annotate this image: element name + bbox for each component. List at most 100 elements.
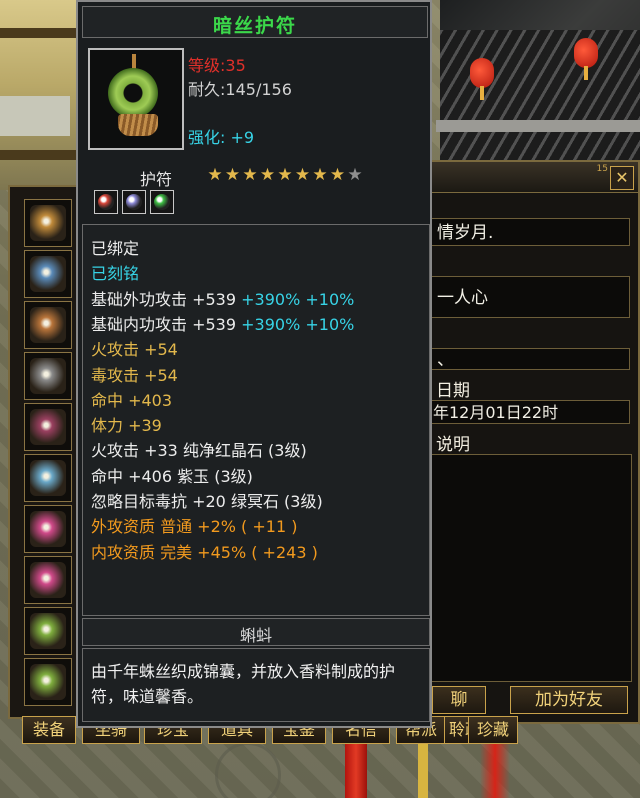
ring-icon — [30, 511, 66, 547]
equipment-slot[interactable] — [24, 250, 72, 298]
attribute-text: 忽略目标毒抗 +20 绿冥石 (3级) — [91, 492, 323, 511]
equipment-slot-column — [8, 185, 84, 719]
green-gem-icon — [154, 194, 170, 210]
maker-bar: 蝌蚪 — [82, 618, 430, 646]
equipment-slot[interactable] — [24, 658, 72, 706]
enhance-label: 强化 — [188, 128, 221, 147]
tab-9[interactable]: 珍藏 — [468, 716, 518, 744]
attribute-line: 忽略目标毒抗 +20 绿冥石 (3级) — [91, 488, 323, 512]
gem-socket[interactable] — [94, 190, 118, 214]
level-value: 35 — [225, 56, 246, 75]
tab-1[interactable]: 装备 — [22, 716, 76, 744]
level-label: 等级 — [188, 56, 221, 75]
equipment-slot[interactable] — [24, 301, 72, 349]
player-info-window: 15 ✕ 情岁月. 一人心 、 日期 年12月01日22时 说明 聊 加为好友 — [420, 160, 640, 724]
description-label: 说明 — [436, 435, 470, 455]
attribute-text: 外攻资质 普通 +2% ( +11 ) — [91, 517, 298, 537]
level-row: 等级:35 — [188, 56, 246, 75]
boots-icon — [30, 460, 66, 496]
red-pillar — [345, 738, 367, 798]
attribute-text: 已刻铭 — [91, 264, 140, 284]
purple-gem-icon — [126, 194, 142, 210]
jade-amulet-icon — [108, 68, 158, 118]
pauldron-icon — [30, 205, 66, 241]
stone-step — [0, 96, 70, 136]
attribute-line: 已刻铭 — [91, 260, 139, 284]
window-mark: 15 — [596, 164, 608, 174]
item-description: 由千年蛛丝织成锦囊，并放入香料制成的护符，味道馨香。 — [91, 662, 396, 706]
star-filled-icon: ★ — [242, 165, 258, 185]
motto-field[interactable]: 一人心 — [428, 276, 630, 318]
attribute-bonus: +390% +10% — [236, 314, 355, 334]
description-field[interactable] — [428, 454, 632, 682]
red-lantern-icon — [574, 38, 598, 80]
attribute-line: 体力 +39 — [91, 412, 162, 436]
red-lantern-icon — [470, 58, 494, 100]
palace-wall — [0, 0, 80, 190]
equipment-slot[interactable] — [24, 505, 72, 553]
info-window-titlebar[interactable]: 15 ✕ — [422, 162, 638, 193]
gauntlet-icon — [30, 358, 66, 394]
attribute-line: 外攻资质 普通 +2% ( +11 ) — [91, 513, 297, 537]
attribute-line: 火攻击 +33 纯净红晶石 (3级) — [91, 437, 307, 461]
enhance-value: +9 — [230, 128, 255, 147]
amulet-icon — [30, 613, 66, 649]
date-field: 年12月01日22时 — [428, 400, 630, 424]
equipment-slot[interactable] — [24, 199, 72, 247]
star-filled-icon: ★ — [224, 165, 241, 185]
bracer-icon — [30, 307, 66, 343]
star-filled-icon: ★ — [294, 165, 311, 185]
tooltip-title-bar: 暗丝护符 — [82, 6, 428, 38]
attribute-text: 内攻资质 完美 +45% ( +243 ) — [91, 542, 318, 562]
chat-button[interactable]: 聊 — [432, 686, 486, 714]
attribute-line: 毒攻击 +54 — [91, 362, 178, 386]
item-tooltip: 暗丝护符 等级:35 耐久:145/156 强化: +9 护符 ★ ★ ★ ★ ★ ★ ★ ★… — [76, 0, 432, 728]
roof-edge — [436, 120, 640, 132]
close-button[interactable]: ✕ — [610, 166, 634, 190]
attribute-text: 火攻击 +54 — [91, 340, 178, 360]
attribute-line: 命中 +406 紫玉 (3级) — [91, 463, 253, 487]
attribute-text: 命中 +403 — [91, 390, 173, 410]
star-filled-icon: ★ — [277, 165, 293, 185]
description-panel: 由千年蛛丝织成锦囊，并放入香料制成的护符，味道馨香。 — [82, 648, 430, 722]
gem-socket[interactable] — [150, 190, 174, 214]
amulet-icon — [30, 664, 66, 700]
attribute-text: 火攻击 +33 纯净红晶石 (3级) — [91, 441, 307, 461]
item-name: 暗丝护符 — [212, 15, 297, 37]
date-label: 日期 — [436, 381, 470, 401]
roof-tiles — [440, 30, 640, 160]
attribute-text: 基础内功攻击 +539 — [91, 314, 237, 334]
enhance-row: 强化: +9 — [188, 128, 255, 147]
signature-field[interactable]: 情岁月. — [428, 218, 630, 246]
ring-icon — [30, 562, 66, 598]
equipment-slot[interactable] — [24, 556, 72, 604]
scroll-icon — [30, 256, 66, 292]
add-friend-button[interactable]: 加为好友 — [510, 686, 628, 714]
durability-label: 耐久 — [188, 80, 221, 99]
attribute-line: 内攻资质 完美 +45% ( +243 ) — [91, 539, 318, 563]
wall-band — [0, 28, 80, 38]
attribute-text: 已绑定 — [91, 239, 140, 258]
gold-pole — [418, 735, 428, 798]
equipment-slot[interactable] — [24, 352, 72, 400]
star-filled-icon: ★ — [329, 165, 346, 185]
attribute-text: 命中 +406 紫玉 (3级) — [91, 466, 253, 486]
attribute-line: 已绑定 — [91, 235, 139, 259]
equipment-slot[interactable] — [24, 454, 72, 502]
durability-row: 耐久:145/156 — [188, 80, 292, 99]
star-filled-icon: ★ — [207, 165, 223, 185]
gem-socket[interactable] — [122, 190, 146, 214]
tassel — [118, 114, 158, 136]
equipment-slot[interactable] — [24, 607, 72, 655]
belt-icon — [30, 409, 66, 445]
red-banner — [480, 735, 510, 798]
star-filled-icon: ★ — [312, 165, 328, 185]
info-field-3[interactable]: 、 — [428, 348, 630, 370]
attribute-text: 基础外功攻击 +539 — [91, 289, 237, 309]
star-filled-icon: ★ — [259, 165, 276, 185]
item-type: 护符 — [140, 170, 173, 189]
equipment-slot[interactable] — [24, 403, 72, 451]
attribute-panel: 已绑定 已刻铭 基础外功攻击 +539 +390% +10% 基础内功攻击 +539 … — [82, 224, 430, 616]
star-empty-icon: ★ — [347, 165, 363, 185]
attribute-line: 命中 +403 — [91, 387, 172, 411]
